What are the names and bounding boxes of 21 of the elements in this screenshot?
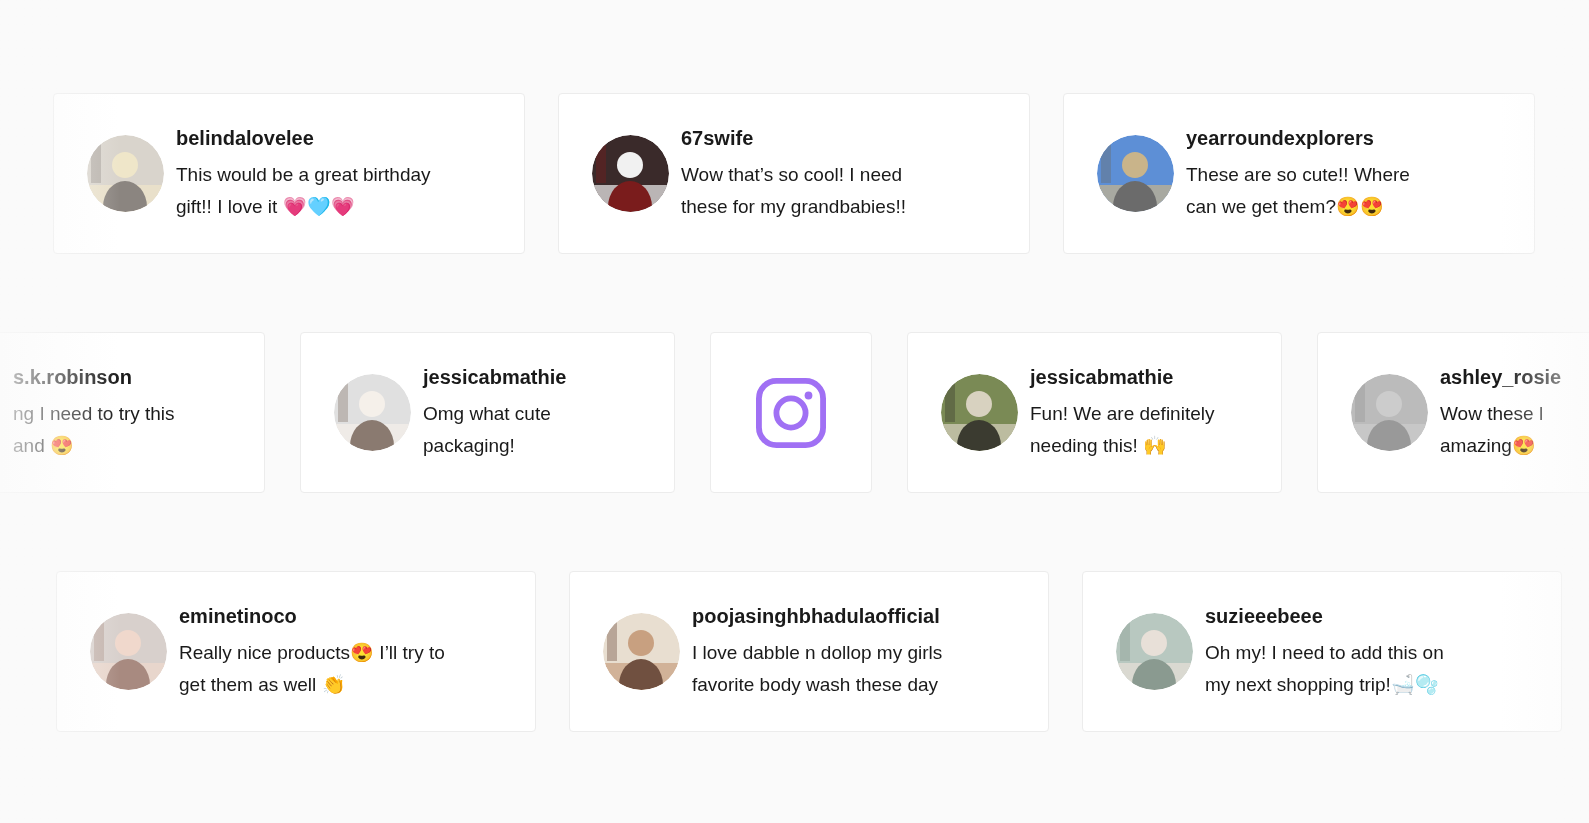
comment-text: Really nice products😍 I’ll try to get them as well 👏: [179, 640, 446, 697]
username: belindalovelee: [176, 125, 315, 151]
comment-text: I love dabble n dollop my girls favorite body wash these day: [692, 640, 944, 697]
username: poojasinghbhadulaofficial: [692, 603, 941, 629]
comment-text: This would be a great birthday gift!! I love it 💗🩵💗: [176, 162, 432, 219]
instagram-icon: [756, 377, 826, 448]
comment-text: ng I need to try this and 😍: [13, 401, 176, 458]
username: s.k.robinson: [13, 364, 133, 390]
username: ashley_rosie: [1440, 364, 1563, 390]
comment-text: Wow these l amazing😍: [1440, 401, 1545, 458]
comment-text: Oh my! I need to add this on my next shopping trip!🛁🫧: [1205, 640, 1445, 697]
username: suzieeebeee: [1205, 603, 1324, 629]
username: jessicabmathie: [1030, 364, 1175, 390]
username: jessicabmathie: [423, 364, 568, 390]
comment-text: These are so cute!! Where can we get them?😍😍: [1186, 162, 1411, 219]
comment-text: Omg what cute packaging!: [423, 401, 552, 458]
username: 67swife: [681, 125, 755, 151]
comment-text: Fun! We are definitely needing this! 🙌: [1030, 401, 1216, 458]
username: eminetinoco: [179, 603, 298, 629]
comment-text: Wow that’s so cool! I need these for my grandbabies!!: [681, 162, 907, 219]
username: yearroundexplorers: [1186, 125, 1375, 151]
